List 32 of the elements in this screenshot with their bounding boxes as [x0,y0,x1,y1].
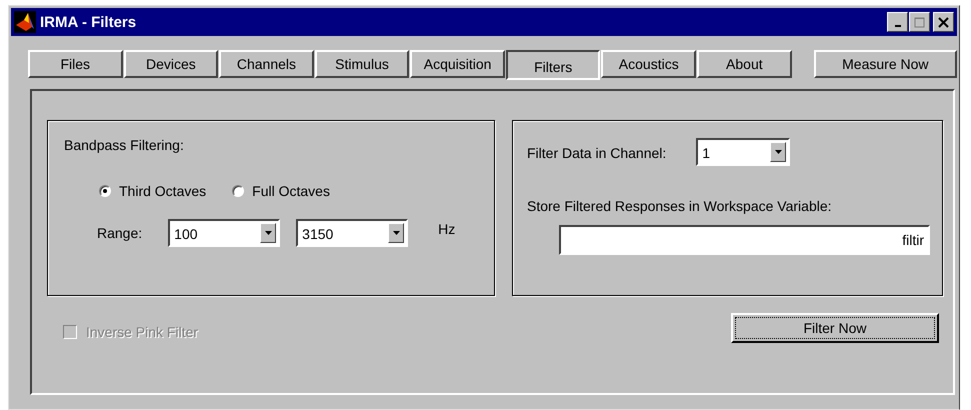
tab[interactable]: Files [28,50,123,78]
caret-icon [392,231,400,235]
close-button[interactable] [933,12,954,32]
tab[interactable]: About [697,50,792,78]
minimize-icon [894,25,900,27]
group-label: Bandpass Filtering: [64,137,185,153]
close-icon [938,16,949,28]
minimize-button[interactable] [887,12,908,32]
channel-dropdown[interactable]: 1 [696,138,790,166]
tab[interactable]: Filters [506,50,600,80]
measure-now-button[interactable]: Measure Now [814,50,958,78]
channel-label: Filter Data in Channel: [527,145,666,161]
app-icon [14,11,36,33]
tab[interactable]: Devices [124,50,218,78]
tab[interactable]: Acoustics [601,50,696,78]
dropdown[interactable]: 100 [168,219,280,247]
maximize-icon [914,16,925,28]
radio-button[interactable]: Full Octaves [232,183,330,199]
unit-label: Hz [438,221,456,237]
filter-now-button[interactable]: Filter Now [731,313,939,343]
tab[interactable]: Acquisition [410,50,505,78]
tab[interactable]: Channels [219,50,314,78]
caret-icon [264,231,272,235]
range-label: Range: [97,225,142,241]
window-title: IRMA - Filters [40,14,138,30]
tab[interactable]: Stimulus [314,50,410,78]
variable-label: Store Filtered Responses in Workspace Variable: [527,198,833,214]
variable-input-field[interactable]: filtir [559,225,930,255]
caret-icon [774,150,782,154]
dropdown[interactable]: 3150 [296,219,408,247]
maximize-button[interactable] [909,12,930,32]
radio-button[interactable]: Third Octaves [99,183,206,199]
